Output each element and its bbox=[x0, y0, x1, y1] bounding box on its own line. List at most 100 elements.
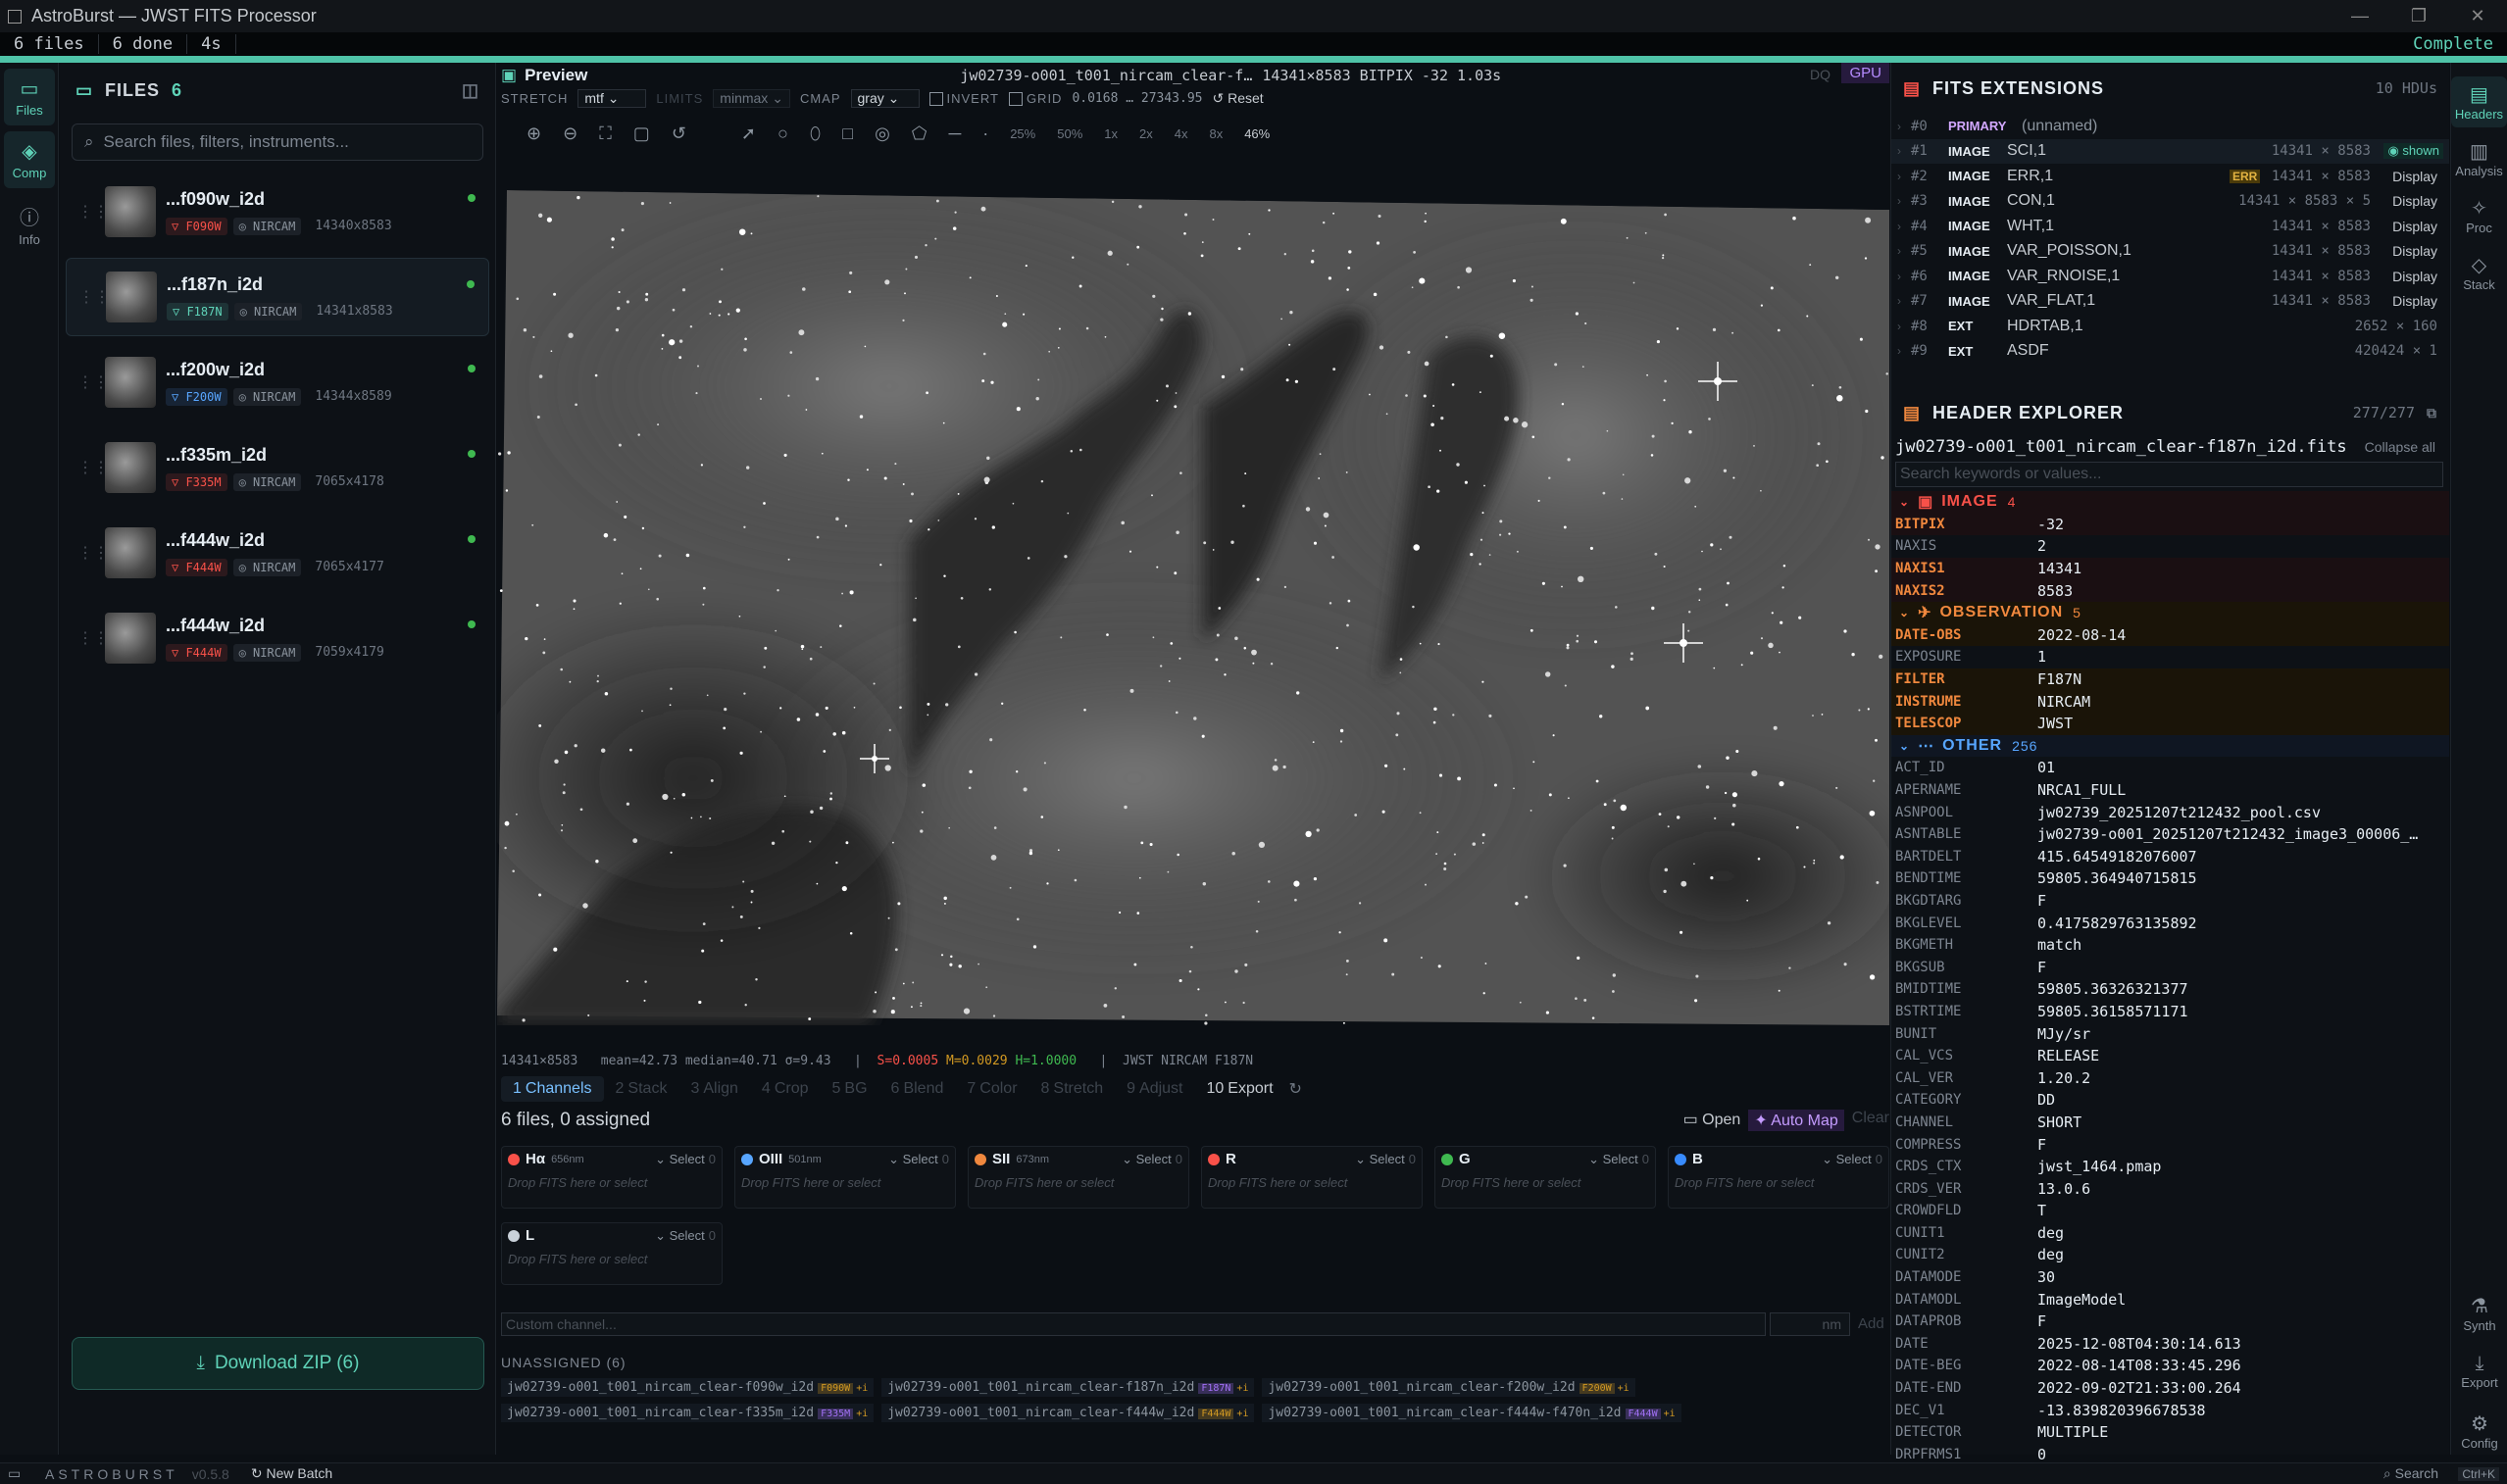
cmap-select[interactable]: gray ⌄ bbox=[850, 88, 920, 108]
channel-slot[interactable]: R ⌄ Select 0 Drop FITS here or select bbox=[1201, 1146, 1423, 1209]
zoom-preset[interactable]: 4x bbox=[1175, 126, 1188, 141]
step-tab-crop[interactable]: 4 Crop bbox=[750, 1076, 821, 1102]
header-search-input[interactable]: Search keywords or values... bbox=[1895, 462, 2443, 487]
rail-info-button[interactable]: ⓘ Info bbox=[4, 194, 55, 255]
hdu-row[interactable]: › #6 IMAGE VAR_RNOISE,1 14341 × 8583 Display bbox=[1891, 264, 2449, 289]
zoom-out-icon[interactable]: ⊖ bbox=[563, 124, 577, 144]
point-tool-icon[interactable]: · bbox=[982, 124, 988, 144]
zoom-preset[interactable]: 25% bbox=[1010, 126, 1035, 141]
header-row[interactable]: CAL_VCS RELEASE bbox=[1891, 1045, 2449, 1067]
header-row[interactable]: ASNTABLE jw02739-o001_20251207t212432_ima… bbox=[1891, 823, 2449, 846]
zoom-preset[interactable]: 1x bbox=[1104, 126, 1118, 141]
header-row[interactable]: BMIDTIME 59805.36326321377 bbox=[1891, 978, 2449, 1001]
rail-files-button[interactable]: ▭ Files bbox=[4, 69, 55, 125]
auto-map-button[interactable]: ✦ Auto Map bbox=[1748, 1110, 1844, 1131]
step-tab-blend[interactable]: 6 Blend bbox=[879, 1076, 956, 1102]
rail-synth-button[interactable]: ⚗ Synth bbox=[2451, 1288, 2507, 1339]
stretch-select[interactable]: mtf ⌄ bbox=[577, 88, 647, 108]
channel-drop-zone[interactable]: Drop FITS here or select bbox=[1675, 1175, 1882, 1190]
channel-select[interactable]: ⌄ Select 0 bbox=[888, 1152, 949, 1167]
header-row[interactable]: EXPOSURE 1 bbox=[1891, 646, 2449, 668]
open-button[interactable]: ▭ Open bbox=[1683, 1110, 1741, 1131]
unassigned-file[interactable]: jw02739-o001_t001_nircam_clear-f200w_i2d… bbox=[1262, 1378, 1635, 1397]
header-row[interactable]: DATE-OBS 2022-08-14 bbox=[1891, 623, 2449, 647]
group-image[interactable]: ⌄ ▣ IMAGE 4 bbox=[1891, 491, 2449, 514]
file-item[interactable]: ⋮⋮ ...f090w_i2d ▽ F090W ◎ NIRCAM 14340x8583 bbox=[66, 173, 489, 251]
channel-drop-zone[interactable]: Drop FITS here or select bbox=[1208, 1175, 1416, 1190]
channel-select[interactable]: ⌄ Select 0 bbox=[655, 1152, 716, 1167]
hdu-row[interactable]: › #4 IMAGE WHT,1 14341 × 8583 Display bbox=[1891, 214, 2449, 239]
channel-drop-zone[interactable]: Drop FITS here or select bbox=[741, 1175, 949, 1190]
header-row[interactable]: DATAPROB F bbox=[1891, 1311, 2449, 1333]
header-row[interactable]: APERNAME NRCA1_FULL bbox=[1891, 779, 2449, 802]
rail-proc-button[interactable]: ✧ Proc bbox=[2451, 190, 2507, 241]
file-item[interactable]: ⋮⋮ ...f187n_i2d ▽ F187N ◎ NIRCAM 14341x8583 bbox=[66, 258, 489, 336]
dq-toggle[interactable]: DQ bbox=[1810, 67, 1830, 82]
search-button[interactable]: ⌕ Search bbox=[2383, 1465, 2438, 1482]
header-row[interactable]: DATAMODE 30 bbox=[1891, 1266, 2449, 1289]
limits-select[interactable]: minmax ⌄ bbox=[713, 88, 790, 108]
display-button[interactable]: Display bbox=[2392, 243, 2437, 259]
header-row[interactable]: ASNPOOL jw02739_20251207t212432_pool.csv bbox=[1891, 801, 2449, 823]
header-row[interactable]: BKGLEVEL 0.4175829763135892 bbox=[1891, 912, 2449, 934]
new-batch-button[interactable]: ↻ New Batch bbox=[251, 1465, 332, 1482]
header-row[interactable]: CHANNEL SHORT bbox=[1891, 1112, 2449, 1134]
header-row[interactable]: BARTDELT 415.64549182076007 bbox=[1891, 846, 2449, 868]
display-button[interactable]: Display bbox=[2392, 169, 2437, 184]
wavelength-input[interactable]: nm bbox=[1770, 1312, 1850, 1336]
file-item[interactable]: ⋮⋮ ...f444w_i2d ▽ F444W ◎ NIRCAM 7065x4177 bbox=[66, 514, 489, 592]
header-row[interactable]: DATE-BEG 2022-08-14T08:33:45.296 bbox=[1891, 1355, 2449, 1377]
header-row[interactable]: BUNIT MJy/sr bbox=[1891, 1022, 2449, 1045]
rotate-icon[interactable]: ↺ bbox=[672, 124, 686, 144]
rect-tool-icon[interactable]: □ bbox=[842, 124, 853, 144]
copy-icon[interactable]: ⧉ bbox=[2427, 405, 2437, 421]
header-row[interactable]: BKGSUB F bbox=[1891, 956, 2449, 978]
header-row[interactable]: DETECTOR MULTIPLE bbox=[1891, 1421, 2449, 1444]
display-button[interactable]: Display bbox=[2392, 269, 2437, 284]
crop-icon[interactable]: ▢ bbox=[633, 124, 650, 144]
step-tab-stack[interactable]: 2 Stack bbox=[604, 1076, 679, 1102]
maximize-button[interactable]: ❐ bbox=[2389, 0, 2448, 32]
add-channel-button[interactable]: Add bbox=[1858, 1312, 1884, 1336]
hdu-row[interactable]: › #0 PRIMARY (unnamed) bbox=[1891, 114, 2449, 139]
header-row[interactable]: TELESCOP JWST bbox=[1891, 712, 2449, 735]
display-button[interactable]: Display bbox=[2392, 219, 2437, 234]
minimize-button[interactable]: — bbox=[2331, 0, 2389, 32]
step-tab-align[interactable]: 3 Align bbox=[678, 1076, 749, 1102]
header-row[interactable]: FILTER F187N bbox=[1891, 668, 2449, 691]
drag-handle-icon[interactable]: ⋮⋮ bbox=[77, 202, 109, 222]
group-observation[interactable]: ⌄ ✈ OBSERVATION 5 bbox=[1891, 601, 2449, 624]
pointer-icon[interactable]: ➚ bbox=[741, 124, 756, 144]
header-row[interactable]: CROWDFLD T bbox=[1891, 1200, 2449, 1222]
header-row[interactable]: BKGMETH match bbox=[1891, 934, 2449, 957]
rail-stack-button[interactable]: ◇ Stack bbox=[2451, 247, 2507, 298]
channel-select[interactable]: ⌄ Select 0 bbox=[1588, 1152, 1649, 1167]
header-row[interactable]: DATE 2025-12-08T04:30:14.613 bbox=[1891, 1333, 2449, 1356]
step-tab-adjust[interactable]: 9 Adjust bbox=[1115, 1076, 1194, 1102]
step-tab-stretch[interactable]: 8 Stretch bbox=[1029, 1076, 1116, 1102]
channel-select[interactable]: ⌄ Select 0 bbox=[655, 1228, 716, 1244]
rail-headers-button[interactable]: ▤ Headers bbox=[2451, 76, 2507, 127]
channel-drop-zone[interactable]: Drop FITS here or select bbox=[508, 1175, 716, 1190]
close-button[interactable]: ✕ bbox=[2448, 0, 2507, 32]
custom-channel-input[interactable]: Custom channel... bbox=[501, 1312, 1766, 1336]
rail-config-button[interactable]: ⚙ Config bbox=[2451, 1406, 2507, 1457]
step-tab-color[interactable]: 7 Color bbox=[955, 1076, 1028, 1102]
line-tool-icon[interactable]: ─ bbox=[948, 124, 961, 144]
rail-analysis-button[interactable]: ▥ Analysis bbox=[2451, 133, 2507, 184]
header-row[interactable]: DATAMODL ImageModel bbox=[1891, 1288, 2449, 1311]
header-row[interactable]: ACT_ID 01 bbox=[1891, 757, 2449, 779]
step-tab-bg[interactable]: 5 BG bbox=[821, 1076, 879, 1102]
channel-drop-zone[interactable]: Drop FITS here or select bbox=[508, 1252, 716, 1266]
drag-handle-icon[interactable]: ⋮⋮ bbox=[78, 287, 110, 307]
drag-handle-icon[interactable]: ⋮⋮ bbox=[77, 628, 109, 648]
header-row[interactable]: NAXIS2 8583 bbox=[1891, 579, 2449, 602]
channel-slot[interactable]: OIII 501nm ⌄ Select 0 Drop FITS here or sele… bbox=[734, 1146, 956, 1209]
channel-slot[interactable]: L ⌄ Select 0 Drop FITS here or select bbox=[501, 1222, 723, 1285]
header-row[interactable]: BSTRTIME 59805.36158571171 bbox=[1891, 1001, 2449, 1023]
header-row[interactable]: INSTRUME NIRCAM bbox=[1891, 690, 2449, 713]
unassigned-file[interactable]: jw02739-o001_t001_nircam_clear-f444w_i2d… bbox=[881, 1404, 1255, 1422]
step-tab-export[interactable]: 10 Export bbox=[1194, 1076, 1284, 1102]
zoom-in-icon[interactable]: ⊕ bbox=[526, 124, 541, 144]
header-row[interactable]: DATE-END 2022-09-02T21:33:00.264 bbox=[1891, 1377, 2449, 1400]
